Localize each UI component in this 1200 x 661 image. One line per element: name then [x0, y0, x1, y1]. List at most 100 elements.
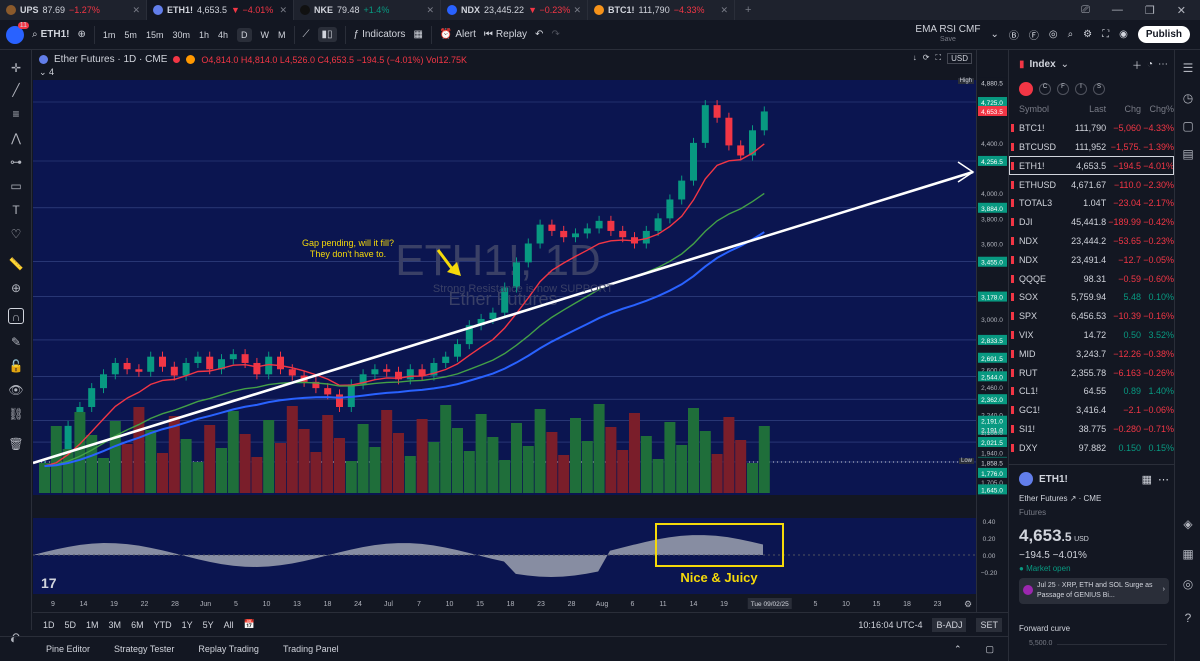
watchlist-title[interactable]: Index	[1030, 59, 1056, 70]
range-All[interactable]: All	[224, 620, 234, 630]
watchlist-icon[interactable]: ☰	[1180, 60, 1196, 76]
browser-tab[interactable]: ETH1! 4,653.5 ▼ −4.01% ✕	[147, 0, 294, 20]
symbol-search[interactable]: ⌕ ETH1!	[32, 29, 70, 40]
filter-flag-icon[interactable]	[1019, 82, 1033, 96]
interval-M[interactable]: M	[278, 28, 286, 42]
grid-icon[interactable]: ▦	[1142, 473, 1152, 486]
zoom-icon[interactable]: ⌕	[1068, 29, 1074, 40]
watchlist-row[interactable]: RUT 2,355.78 −6.163 −0.26%	[1009, 363, 1174, 382]
detail-name[interactable]: Ether Futures	[1019, 494, 1067, 503]
range-YTD[interactable]: YTD	[154, 620, 172, 630]
range-1D[interactable]: 1D	[43, 620, 55, 630]
camera-icon[interactable]: ◉	[1119, 29, 1128, 40]
close-icon[interactable]: ✕	[573, 5, 581, 16]
detail-symbol[interactable]: ETH1!	[1039, 474, 1068, 485]
crosshair-icon[interactable]: ✛	[8, 60, 24, 76]
shapes-tool-icon[interactable]: ▭	[8, 178, 24, 194]
currency-selector[interactable]: USD	[947, 53, 972, 64]
filter-f-icon[interactable]: F	[1057, 83, 1069, 95]
watchlist-row[interactable]: QQQE 98.31 −0.59 −0.60%	[1009, 269, 1174, 288]
pattern-tool-icon[interactable]: ⋀	[8, 130, 24, 146]
add-symbol-icon[interactable]: ＋	[1132, 57, 1142, 72]
watchlist-row[interactable]: BTCUSD 111,952 −1,575. −1.39%	[1009, 138, 1174, 157]
close-window-icon[interactable]: ✕	[1177, 4, 1186, 17]
more-icon[interactable]: ⋯	[1158, 473, 1169, 486]
calendar-icon[interactable]: ▦	[1180, 546, 1196, 562]
layout-chevron-icon[interactable]: ⌄	[990, 29, 998, 40]
watchlist-row[interactable]: SPX 6,456.53 −10.39 −0.16%	[1009, 307, 1174, 326]
indicators-button[interactable]: ƒ Indicators	[354, 29, 406, 40]
watchlist-row[interactable]: BTC1! 111,790 −5,060 −4.33%	[1009, 119, 1174, 138]
more-circle-icon[interactable]: ◎	[1049, 29, 1058, 40]
settings-gear-icon[interactable]: ⚙	[964, 599, 972, 609]
candles-button[interactable]: ▮▯	[317, 27, 337, 42]
bottom-tab[interactable]: Strategy Tester	[114, 644, 174, 654]
close-icon[interactable]: ✕	[279, 5, 287, 16]
watchlist-row[interactable]: DXY 97.882 0.150 0.15%	[1009, 438, 1174, 457]
fib-circle-icon[interactable]: Ⓕ	[1029, 27, 1039, 42]
heart-icon[interactable]: ♡	[8, 226, 24, 242]
cast-icon[interactable]: ⎚	[1081, 4, 1090, 17]
col-symbol[interactable]: Symbol	[1019, 104, 1069, 114]
alerts-clock-icon[interactable]: ◷	[1180, 90, 1196, 106]
calendar-icon[interactable]: 📅	[244, 619, 255, 630]
close-icon[interactable]: ✕	[132, 5, 140, 16]
trendline-tool-icon[interactable]: ╱	[8, 82, 24, 98]
range-1Y[interactable]: 1Y	[182, 620, 193, 630]
browser-tab[interactable]: UPS 87.69 −1.27% ✕	[0, 0, 147, 20]
help-icon[interactable]: ?	[1180, 610, 1196, 626]
range-1M[interactable]: 1M	[86, 620, 99, 630]
interval-15m[interactable]: 15m	[146, 28, 164, 42]
interval-5m[interactable]: 5m	[124, 28, 137, 42]
bottom-tab[interactable]: Pine Editor	[46, 644, 90, 654]
watchlist-row[interactable]: ETHUSD 4,671.67 −110.0 −2.30%	[1009, 175, 1174, 194]
chart-style-button[interactable]: ⟋	[303, 29, 310, 40]
watchlist-row[interactable]: VIX 14.72 0.50 3.52%	[1009, 326, 1174, 345]
ideas-icon[interactable]: ▤	[1180, 146, 1196, 162]
filter-s-icon[interactable]: S	[1093, 83, 1105, 95]
link-icon[interactable]: ⛓	[8, 406, 24, 422]
redo-button[interactable]: ↷	[551, 29, 559, 40]
trash-icon[interactable]: 🗑	[8, 436, 24, 452]
price-axis[interactable]: 4,880.5 4,725.0 4,653.5 4,400.0 4,256.5 4,000…	[976, 50, 1008, 612]
maximize-icon[interactable]: ⛶	[936, 53, 942, 64]
text-tool-icon[interactable]: T	[8, 202, 24, 218]
settings-gear-icon[interactable]: ⚙	[1083, 29, 1092, 40]
layers-icon[interactable]: ◈	[1180, 516, 1196, 532]
watchlist-row[interactable]: SI1! 38.775 −0.280 −0.71%	[1009, 420, 1174, 439]
avatar[interactable]: 11	[6, 21, 29, 44]
col-chgp[interactable]: Chg%	[1141, 104, 1174, 114]
refresh-icon[interactable]: ⟳	[923, 53, 930, 64]
notifications-icon[interactable]: ◎	[1180, 576, 1196, 592]
interval-1h[interactable]: 1h	[199, 28, 209, 42]
col-last[interactable]: Last	[1069, 104, 1106, 114]
range-6M[interactable]: 6M	[131, 620, 144, 630]
interval-W[interactable]: W	[261, 28, 270, 42]
b-circle-icon[interactable]: Ⓑ	[1009, 27, 1019, 42]
chat-icon[interactable]: ▢	[1180, 118, 1196, 134]
filter-i-icon[interactable]: I	[1075, 83, 1087, 95]
range-5D[interactable]: 5D	[65, 620, 77, 630]
range-3M[interactable]: 3M	[109, 620, 122, 630]
more-icon[interactable]: ⋯	[1158, 59, 1174, 70]
watchlist-row[interactable]: MID 3,243.7 −12.26 −0.38%	[1009, 344, 1174, 363]
replay-button[interactable]: ⏮ Replay	[484, 29, 527, 40]
range-5Y[interactable]: 5Y	[203, 620, 214, 630]
browser-tab[interactable]: NDX 23,445.22 ▼ −0.23% ✕	[441, 0, 588, 20]
templates-button[interactable]: ▦	[413, 29, 422, 40]
chevron-down-icon[interactable]: ⌄	[1061, 59, 1069, 70]
fullscreen-icon[interactable]: ⛶	[1102, 29, 1109, 40]
close-icon[interactable]: ✕	[720, 5, 728, 16]
browser-tab[interactable]: BTC1! 111,790 −4.33% ✕	[588, 0, 735, 20]
badj-button[interactable]: B-ADJ	[932, 617, 967, 632]
watchlist-row[interactable]: NDX 23,444.2 −53.65 −0.23%	[1009, 232, 1174, 251]
bottom-tab[interactable]: Trading Panel	[283, 644, 339, 654]
main-chart[interactable]: ETH1!, 1D Ether Futures Gap pending, will …	[32, 50, 976, 612]
collapse-icon[interactable]: ⌃	[954, 644, 962, 655]
indicator-count[interactable]: ⌄ 4	[39, 67, 54, 78]
download-icon[interactable]: ↓	[913, 53, 917, 64]
layout-menu[interactable]: EMA RSI CMF Save	[915, 24, 980, 45]
eye-icon[interactable]: 👁	[8, 382, 24, 398]
col-chg[interactable]: Chg	[1106, 104, 1142, 114]
interval-1m[interactable]: 1m	[103, 28, 116, 42]
